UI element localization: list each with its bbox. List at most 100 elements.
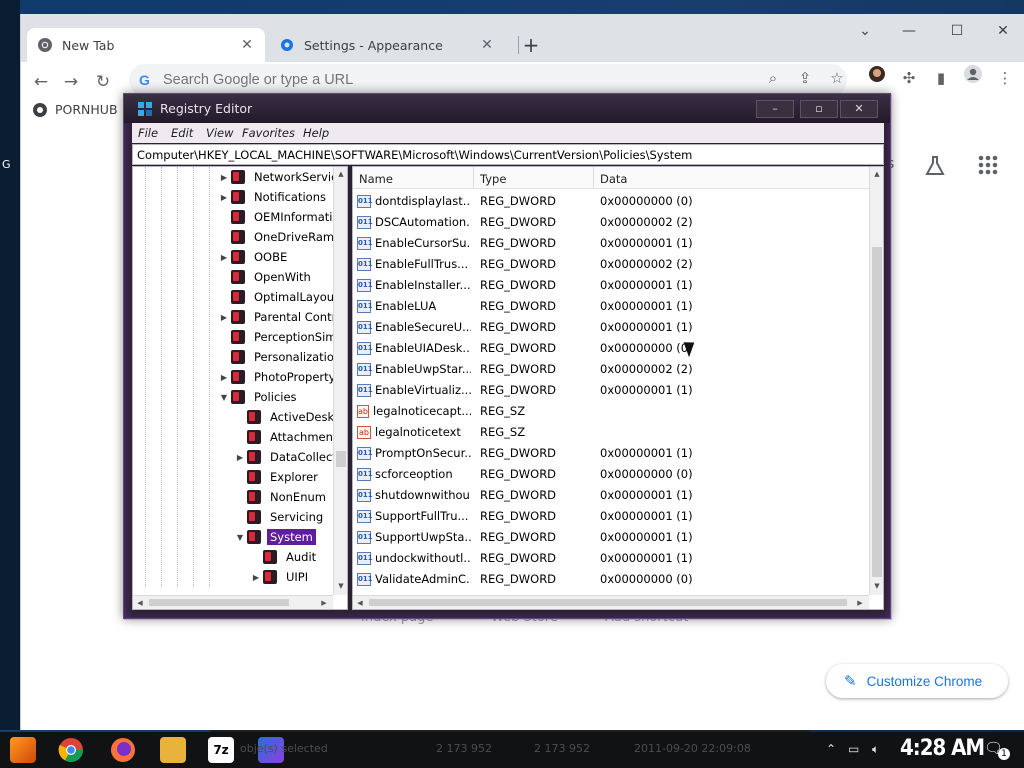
registry-value-row[interactable]: 011 DSCAutomation... REG_DWORD 0x00000002 (…	[353, 212, 867, 233]
start-menu-icon[interactable]	[10, 737, 36, 763]
profile-icon[interactable]	[959, 64, 987, 92]
minimize-button[interactable]: —	[887, 20, 931, 42]
omnibox-input[interactable]	[163, 72, 723, 88]
registry-value-row[interactable]: 011 undockwithoutl... REG_DWORD 0x00000001 …	[353, 548, 867, 569]
google-apps-grid-icon[interactable]	[977, 154, 999, 181]
tree-node[interactable]: Personalization	[219, 347, 344, 367]
tree-node[interactable]: ▶ NetworkServic	[219, 167, 340, 187]
bookmark-item[interactable]: PORNHUB	[33, 102, 118, 117]
tree-node[interactable]: ▶ Parental Contro	[219, 307, 346, 327]
registry-value-row[interactable]: 011 EnableUwpStar... REG_DWORD 0x00000002 (…	[353, 359, 867, 380]
regedit-titlebar[interactable]: Registry Editor – ▫ ✕	[124, 94, 890, 123]
menu-favorites[interactable]: Favorites	[242, 126, 295, 140]
menu-view[interactable]: View	[206, 126, 234, 140]
regedit-maximize-button[interactable]: ▫	[800, 100, 838, 118]
scroll-left-arrow-icon[interactable]: ◀	[353, 596, 367, 609]
extension-avatar-icon[interactable]	[863, 64, 891, 92]
7zip-taskbar-icon[interactable]: 7z	[208, 737, 234, 763]
registry-value-row[interactable]: 011 ValidateAdminC... REG_DWORD 0x00000000 …	[353, 569, 867, 590]
tree-node[interactable]: PerceptionSim	[219, 327, 340, 347]
tree-node[interactable]: Attachments	[235, 427, 346, 447]
collapsed-chevron-icon[interactable]: ▶	[235, 453, 245, 462]
scroll-thumb[interactable]	[369, 599, 847, 606]
scroll-up-arrow-icon[interactable]: ▲	[870, 167, 883, 181]
regedit-address-bar[interactable]: Computer\HKEY_LOCAL_MACHINE\SOFTWARE\Mic…	[132, 144, 884, 165]
registry-value-row[interactable]: 011 EnableCursorSu... REG_DWORD 0x00000001 …	[353, 233, 867, 254]
registry-value-row[interactable]: 011 EnableLUA REG_DWORD 0x00000001 (1)	[353, 296, 867, 317]
network-icon[interactable]: ▭	[848, 742, 859, 756]
regedit-minimize-button[interactable]: –	[756, 100, 794, 118]
volume-icon[interactable]: 🔈︎	[872, 742, 879, 757]
tab-search-chevron-icon[interactable]: ⌄	[843, 20, 887, 42]
registry-value-row[interactable]: 011 EnableInstaller... REG_DWORD 0x00000001…	[353, 275, 867, 296]
tree-node[interactable]: ▶ DataCollect	[235, 447, 340, 467]
tree-node[interactable]: ▶ Notifications	[219, 187, 329, 207]
registry-value-row[interactable]: ab legalnoticecapt... REG_SZ	[353, 401, 867, 422]
column-header-data[interactable]: Data	[594, 167, 870, 189]
expanded-chevron-icon[interactable]: ▼	[235, 533, 245, 542]
reload-icon[interactable]: ↻	[89, 68, 117, 96]
tray-overflow-chevron-icon[interactable]: ⌃	[826, 742, 836, 756]
tree-node[interactable]: Audit	[251, 547, 319, 567]
registry-value-row[interactable]: 011 EnableFullTrus... REG_DWORD 0x00000002 …	[353, 254, 867, 275]
tab-close-icon[interactable]: ✕	[239, 37, 255, 53]
tab-settings-appearance[interactable]: Settings - Appearance ✕	[269, 28, 505, 62]
scroll-right-arrow-icon[interactable]: ▶	[317, 596, 331, 609]
tree-node[interactable]: OneDriveRamp	[219, 227, 344, 247]
side-panel-icon[interactable]: ▮	[927, 64, 955, 92]
registry-value-row[interactable]: 011 scforceoption REG_DWORD 0x00000000 (0)	[353, 464, 867, 485]
collapsed-chevron-icon[interactable]: ▶	[219, 173, 229, 182]
tree-node[interactable]: ▼ Policies	[219, 387, 300, 407]
file-explorer-icon[interactable]	[160, 737, 186, 763]
collapsed-chevron-icon[interactable]: ▶	[251, 573, 261, 582]
tree-node[interactable]: ▼ System	[235, 527, 316, 547]
omnibox[interactable]: G	[129, 64, 847, 96]
bookmark-star-icon[interactable]: ☆	[823, 64, 851, 92]
customize-chrome-button[interactable]: ✎ Customize Chrome	[826, 664, 1008, 698]
registry-value-row[interactable]: ab legalnoticetext REG_SZ	[353, 422, 867, 443]
registry-value-row[interactable]: 011 SupportFullTru... REG_DWORD 0x00000001 …	[353, 506, 867, 527]
menu-file[interactable]: File	[138, 126, 158, 140]
scroll-thumb[interactable]	[149, 599, 289, 606]
registry-value-row[interactable]: 011 EnableVirtualiz... REG_DWORD 0x00000001…	[353, 380, 867, 401]
tree-vertical-scrollbar[interactable]: ▲ ▼	[333, 167, 347, 595]
tree-node[interactable]: ActiveDesk	[235, 407, 337, 427]
extensions-puzzle-icon[interactable]: ✣	[895, 64, 923, 92]
registry-value-row[interactable]: 011 EnableUIADesk... REG_DWORD 0x00000000 (…	[353, 338, 867, 359]
values-horizontal-scrollbar[interactable]: ◀ ▶	[353, 595, 869, 609]
share-icon[interactable]: ⇪	[791, 64, 819, 92]
scroll-down-arrow-icon[interactable]: ▼	[870, 579, 883, 593]
tree-node[interactable]: OpenWith	[219, 267, 314, 287]
tab-new-tab[interactable]: New Tab ✕	[27, 28, 265, 62]
scroll-left-arrow-icon[interactable]: ◀	[133, 596, 147, 609]
back-arrow-icon[interactable]: ←	[27, 68, 55, 96]
collapsed-chevron-icon[interactable]: ▶	[219, 193, 229, 202]
menu-help[interactable]: Help	[303, 126, 329, 140]
tree-node[interactable]: Explorer	[235, 467, 321, 487]
tree-node[interactable]: Servicing	[235, 507, 326, 527]
tree-node[interactable]: ▶ PhotoPropertyH	[219, 367, 347, 387]
firefox-taskbar-icon[interactable]	[110, 737, 136, 763]
scroll-right-arrow-icon[interactable]: ▶	[853, 596, 867, 609]
tree-horizontal-scrollbar[interactable]: ◀ ▶	[133, 595, 333, 609]
registry-value-row[interactable]: 011 EnableSecureU... REG_DWORD 0x00000001 (…	[353, 317, 867, 338]
scroll-up-arrow-icon[interactable]: ▲	[334, 167, 347, 181]
tab-close-icon[interactable]: ✕	[479, 37, 495, 53]
tree-node[interactable]: OEMInformati	[219, 207, 335, 227]
labs-flask-icon[interactable]	[923, 154, 947, 183]
new-tab-button[interactable]: +	[517, 32, 545, 60]
scroll-thumb[interactable]	[872, 247, 882, 577]
chrome-taskbar-icon[interactable]	[58, 737, 84, 763]
collapsed-chevron-icon[interactable]: ▶	[219, 313, 229, 322]
taskbar-clock[interactable]: 4:28 AM	[900, 736, 985, 761]
tree-node[interactable]: ▶ UIPI	[251, 567, 311, 587]
menu-edit[interactable]: Edit	[171, 126, 193, 140]
chrome-menu-icon[interactable]: ⋮	[991, 64, 1019, 92]
expanded-chevron-icon[interactable]: ▼	[219, 393, 229, 402]
registry-value-row[interactable]: 011 shutdownwithou... REG_DWORD 0x00000001 …	[353, 485, 867, 506]
column-header-name[interactable]: Name	[353, 167, 474, 189]
scroll-thumb[interactable]	[336, 451, 346, 467]
registry-value-row[interactable]: 011 SupportUwpSta... REG_DWORD 0x00000001 (…	[353, 527, 867, 548]
registry-value-row[interactable]: 011 PromptOnSecur... REG_DWORD 0x00000001 (…	[353, 443, 867, 464]
close-window-button[interactable]: ✕	[981, 20, 1024, 42]
